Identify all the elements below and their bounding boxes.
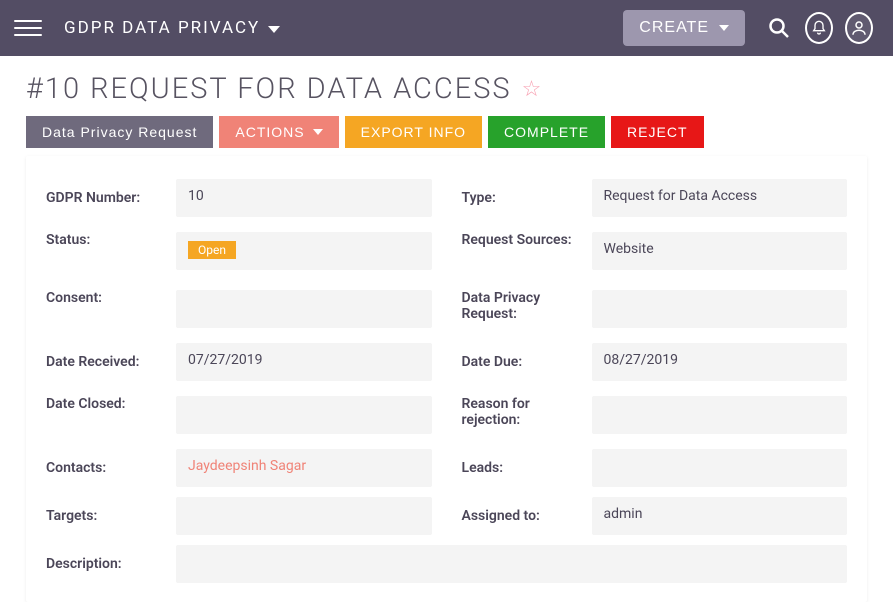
form-grid: GDPR Number: 10 Type: Request for Data A… bbox=[46, 178, 847, 592]
contact-link[interactable]: Jaydeepsinh Sagar bbox=[188, 458, 306, 474]
field-label: Date Closed: bbox=[46, 396, 176, 412]
caret-down-icon bbox=[313, 129, 323, 135]
export-info-button[interactable]: EXPORT INFO bbox=[345, 116, 482, 148]
field-request-sources: Request Sources: Website bbox=[462, 226, 848, 276]
field-value: 10 bbox=[176, 179, 432, 217]
favorite-star-icon[interactable]: ☆ bbox=[522, 77, 542, 102]
field-label: GDPR Number: bbox=[46, 190, 176, 206]
field-gdpr-number: GDPR Number: 10 bbox=[46, 178, 432, 218]
field-value: Website bbox=[592, 232, 848, 270]
actions-button-label: ACTIONS bbox=[235, 124, 304, 140]
topbar: GDPR DATA PRIVACY CREATE bbox=[0, 0, 893, 56]
page-title: #10 REQUEST FOR DATA ACCESS bbox=[26, 72, 512, 106]
field-data-privacy-request: Data Privacy Request: bbox=[462, 284, 848, 334]
field-value bbox=[592, 290, 848, 328]
field-date-due: Date Due: 08/27/2019 bbox=[462, 342, 848, 382]
field-assigned-to: Assigned to: admin bbox=[462, 496, 848, 536]
field-consent: Consent: bbox=[46, 284, 432, 334]
field-value: admin bbox=[592, 497, 848, 535]
actions-button[interactable]: ACTIONS bbox=[219, 116, 338, 148]
field-value: Jaydeepsinh Sagar bbox=[176, 449, 432, 487]
field-label: Consent: bbox=[46, 290, 176, 306]
field-label: Date Received: bbox=[46, 354, 176, 370]
field-label: Leads: bbox=[462, 460, 592, 476]
field-type: Type: Request for Data Access bbox=[462, 178, 848, 218]
field-label: Date Due: bbox=[462, 354, 592, 370]
caret-down-icon bbox=[268, 26, 280, 33]
field-label: Data Privacy Request: bbox=[462, 290, 592, 322]
field-label: Targets: bbox=[46, 508, 176, 524]
field-leads: Leads: bbox=[462, 448, 848, 488]
detail-card: GDPR Number: 10 Type: Request for Data A… bbox=[26, 156, 867, 602]
module-title-text: GDPR DATA PRIVACY bbox=[64, 18, 260, 38]
field-value bbox=[592, 449, 848, 487]
field-targets: Targets: bbox=[46, 496, 432, 536]
action-row: Data Privacy Request ACTIONS EXPORT INFO… bbox=[0, 116, 893, 148]
hamburger-menu-icon[interactable] bbox=[14, 14, 42, 42]
field-value: 08/27/2019 bbox=[592, 343, 848, 381]
caret-down-icon bbox=[719, 25, 729, 31]
field-contacts: Contacts: Jaydeepsinh Sagar bbox=[46, 448, 432, 488]
user-profile-icon[interactable] bbox=[845, 14, 873, 42]
field-label: Request Sources: bbox=[462, 232, 592, 248]
field-value bbox=[176, 290, 432, 328]
field-label: Reason for rejection: bbox=[462, 396, 592, 428]
field-value bbox=[176, 396, 432, 434]
field-date-received: Date Received: 07/27/2019 bbox=[46, 342, 432, 382]
field-status: Status: Open bbox=[46, 226, 432, 276]
field-value: Open bbox=[176, 232, 432, 270]
reject-button[interactable]: REJECT bbox=[611, 116, 703, 148]
data-privacy-request-button[interactable]: Data Privacy Request bbox=[26, 116, 213, 148]
field-reason-for-rejection: Reason for rejection: bbox=[462, 390, 848, 440]
field-label: Assigned to: bbox=[462, 508, 592, 524]
field-label: Status: bbox=[46, 232, 176, 248]
field-value bbox=[176, 497, 432, 535]
notifications-icon[interactable] bbox=[805, 14, 833, 42]
status-badge: Open bbox=[188, 241, 236, 259]
search-icon[interactable] bbox=[765, 14, 793, 42]
create-button[interactable]: CREATE bbox=[623, 10, 745, 46]
page-header: #10 REQUEST FOR DATA ACCESS ☆ bbox=[0, 56, 893, 116]
field-label: Description: bbox=[46, 556, 176, 572]
field-label: Type: bbox=[462, 190, 592, 206]
field-value: Request for Data Access bbox=[592, 179, 848, 217]
field-description: Description: bbox=[46, 544, 847, 584]
field-date-closed: Date Closed: bbox=[46, 390, 432, 440]
module-title-dropdown[interactable]: GDPR DATA PRIVACY bbox=[64, 18, 280, 38]
create-button-label: CREATE bbox=[639, 19, 709, 37]
field-value: 07/27/2019 bbox=[176, 343, 432, 381]
field-value bbox=[592, 396, 848, 434]
field-value bbox=[176, 545, 847, 583]
field-label: Contacts: bbox=[46, 460, 176, 476]
complete-button[interactable]: COMPLETE bbox=[488, 116, 605, 148]
